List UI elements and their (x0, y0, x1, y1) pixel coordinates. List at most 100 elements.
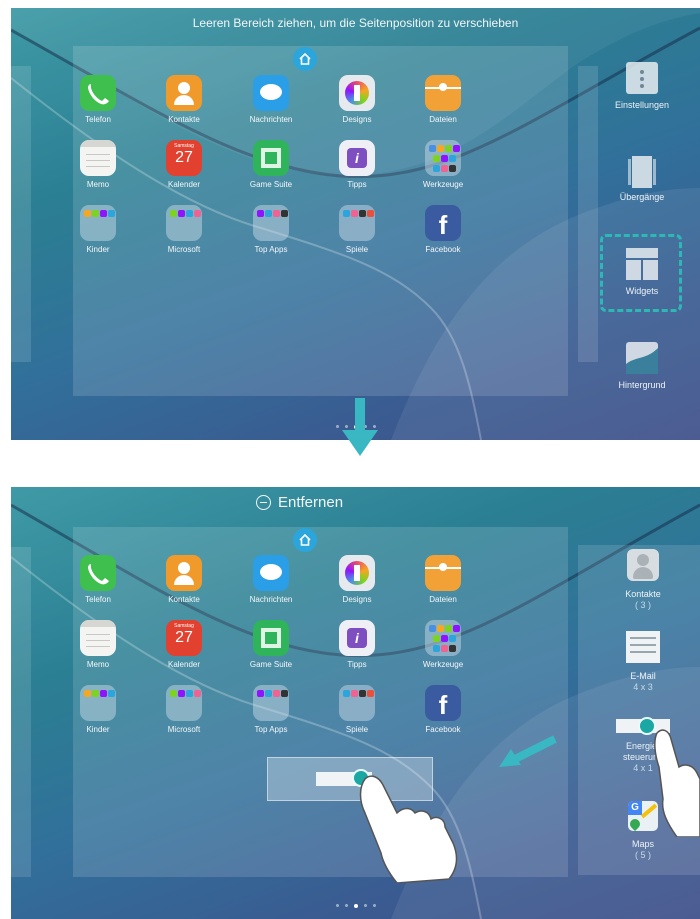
app-game-suite[interactable]: Game Suite (236, 140, 306, 189)
home-screen-widget-mode: Entfernen Telefon Kontakte Nachrichten Desi… (11, 487, 700, 919)
app-dateien[interactable]: Dateien (408, 75, 478, 124)
app-spiele[interactable]: Spiele (322, 685, 392, 734)
app-kalender[interactable]: Samstag 27 Kalender (149, 620, 219, 669)
current-page-preview[interactable] (73, 46, 568, 396)
app-label: Kinder (86, 725, 110, 734)
designs-icon (339, 555, 375, 591)
widget-sub: ( 3 ) (634, 600, 651, 610)
widget-contacts[interactable]: Kontakte ( 3 ) (588, 549, 698, 611)
app-tipps[interactable]: i Tipps (322, 140, 392, 189)
app-designs[interactable]: Designs (322, 75, 392, 124)
app-nachrichten[interactable]: Nachrichten (236, 75, 306, 124)
app-microsoft[interactable]: Microsoft (149, 205, 219, 254)
option-label: Einstellungen (614, 100, 670, 110)
option-transitions[interactable]: Übergänge (587, 154, 697, 202)
app-label: Kontakte (168, 595, 200, 604)
left-page-preview[interactable] (11, 66, 31, 362)
remove-zone[interactable]: Entfernen (256, 494, 343, 511)
top-apps-folder-icon (253, 205, 289, 241)
app-kontakte[interactable]: Kontakte (149, 75, 219, 124)
widget-sub: 4 x 3 (633, 682, 653, 692)
left-page-preview[interactable] (11, 547, 31, 877)
app-label: Tipps (347, 660, 367, 669)
set-home-page-button[interactable] (293, 528, 317, 552)
app-kontakte[interactable]: Kontakte (149, 555, 219, 604)
option-wallpaper[interactable]: Hintergrund (587, 342, 697, 390)
app-label: Spiele (345, 245, 369, 254)
app-label: Kinder (86, 245, 110, 254)
dragging-hand-icon (359, 775, 458, 883)
current-page-preview[interactable] (73, 527, 568, 877)
app-nachrichten[interactable]: Nachrichten (236, 555, 306, 604)
tools-folder-icon (425, 620, 461, 656)
app-label: Memo (86, 180, 110, 189)
email-widget-icon (626, 631, 660, 663)
app-label: Dateien (429, 595, 457, 604)
wallpaper-icon (626, 342, 658, 374)
contact-widget-icon (627, 549, 659, 581)
app-facebook[interactable]: f Facebook (408, 205, 478, 254)
app-facebook[interactable]: f Facebook (408, 685, 478, 734)
app-label: Kalender (167, 180, 201, 189)
facebook-icon: f (425, 685, 461, 721)
widgets-highlight (600, 234, 682, 312)
calendar-icon: Samstag 27 (166, 620, 202, 656)
app-telefon[interactable]: Telefon (63, 75, 133, 124)
app-label: Telefon (85, 115, 111, 124)
app-tipps[interactable]: i Tipps (322, 620, 392, 669)
app-memo[interactable]: Memo (63, 620, 133, 669)
remove-label: Entfernen (278, 494, 344, 511)
tips-icon: i (339, 140, 375, 176)
app-label: Werkzeuge (422, 180, 464, 189)
right-page-preview[interactable] (578, 66, 598, 362)
app-top-apps[interactable]: Top Apps (236, 205, 306, 254)
app-label: Microsoft (167, 245, 201, 254)
tools-folder-icon (425, 140, 461, 176)
app-label: Memo (86, 660, 110, 669)
app-top-apps[interactable]: Top Apps (236, 685, 306, 734)
app-werkzeuge[interactable]: Werkzeuge (408, 620, 478, 669)
calendar-icon: Samstag 27 (166, 140, 202, 176)
option-settings[interactable]: Einstellungen (587, 62, 697, 110)
app-label: Designs (342, 595, 372, 604)
top-apps-folder-icon (253, 685, 289, 721)
app-spiele[interactable]: Spiele (322, 205, 392, 254)
page-dot[interactable] (335, 904, 339, 908)
game-suite-icon (253, 140, 289, 176)
page-dot[interactable] (363, 904, 367, 908)
page-dot[interactable] (344, 904, 348, 908)
set-home-page-button[interactable] (293, 47, 317, 71)
app-memo[interactable]: Memo (63, 140, 133, 189)
app-kinder[interactable]: Kinder (63, 685, 133, 734)
app-label: Nachrichten (249, 115, 293, 124)
contacts-icon (166, 75, 202, 111)
app-microsoft[interactable]: Microsoft (149, 685, 219, 734)
app-telefon[interactable]: Telefon (63, 555, 133, 604)
facebook-icon: f (425, 205, 461, 241)
app-dateien[interactable]: Dateien (408, 555, 478, 604)
page-dot[interactable] (353, 903, 358, 908)
app-designs[interactable]: Designs (322, 555, 392, 604)
widget-label: Kontakte (625, 589, 661, 599)
widget-sub: ( 5 ) (634, 850, 651, 860)
files-icon (425, 75, 461, 111)
drag-hint-text: Leeren Bereich ziehen, um die Seitenposi… (192, 16, 519, 30)
messages-icon (253, 75, 289, 111)
app-kinder[interactable]: Kinder (63, 205, 133, 254)
pointing-hand-icon (654, 729, 700, 837)
phone-icon (80, 75, 116, 111)
kids-folder-icon (80, 205, 116, 241)
page-dot[interactable] (335, 425, 339, 429)
app-label: Top Apps (254, 725, 288, 734)
page-dot[interactable] (372, 904, 376, 908)
app-kalender[interactable]: Samstag 27 Kalender (149, 140, 219, 189)
transition-arrow (342, 398, 378, 456)
game-suite-icon (253, 620, 289, 656)
memo-icon (80, 620, 116, 656)
app-label: Microsoft (167, 725, 201, 734)
app-werkzeuge[interactable]: Werkzeuge (408, 140, 478, 189)
microsoft-folder-icon (166, 205, 202, 241)
app-game-suite[interactable]: Game Suite (236, 620, 306, 669)
widget-email[interactable]: E-Mail 4 x 3 (588, 631, 698, 693)
option-label: Hintergrund (618, 380, 666, 390)
